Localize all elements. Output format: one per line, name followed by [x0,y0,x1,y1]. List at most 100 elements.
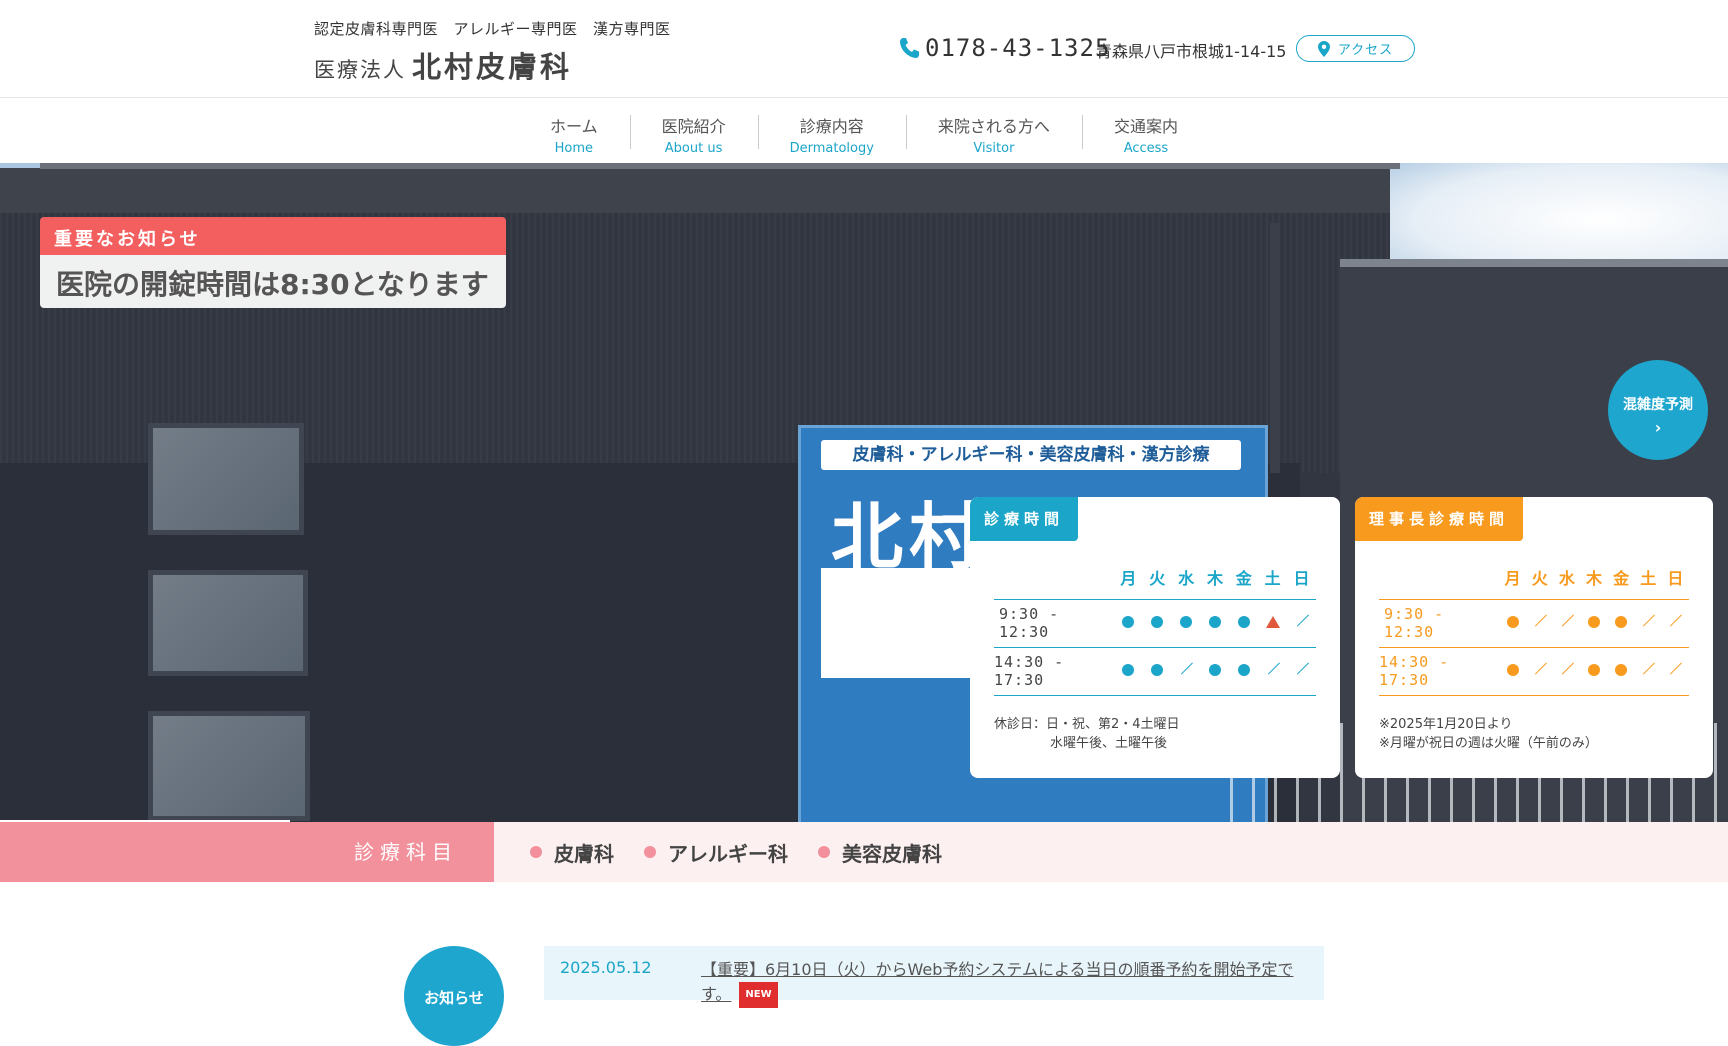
nav-label-jp: 診療内容 [799,117,864,136]
table-row: 14:30 - 17:30 [1379,647,1689,696]
day-header: 木 [1580,555,1608,600]
closed-slash-icon [1667,661,1683,677]
open-dot-icon [1122,616,1135,628]
congestion-label: 混雑度予測 [1623,397,1693,413]
departments-bar: 診療科目 皮膚科 アレルギー科 美容皮膚科 [0,820,1728,882]
divider [0,820,290,822]
roof-rail [40,163,1400,169]
bullet-icon [644,846,656,858]
nav-label-en: Access [1123,141,1169,156]
consultation-hours-card: 診療時間 月 火 水 木 金 土 日 9:30 - 12:30 14:30 - … [970,497,1340,778]
nav-label-jp: ホーム [550,117,598,136]
nav-item-visitor[interactable]: 来院される方へ Visitor [905,99,1082,163]
map-pin-icon [1317,40,1330,57]
closed-slash-icon [1640,661,1656,677]
department-label: 皮膚科 [554,841,614,866]
nav-label-en: Home [554,141,593,156]
news-title: 【重要】6月10日（火）からWeb予約システムによる当日の順番予約を開始予定です… [701,960,1294,1004]
chevron-right-icon: › [1654,418,1662,437]
clinic-logo[interactable]: 医療法人 北村皮膚科 [314,44,572,86]
news-title-link[interactable]: 【重要】6月10日（火）からWeb予約システムによる当日の順番予約を開始予定です… [701,958,1311,1008]
site-header: 認定皮膚科専門医 アレルギー専門医 漢方専門医 医療法人 北村皮膚科 0178-4… [0,0,1728,98]
day-header: 日 [1287,555,1316,600]
access-label: アクセス [1337,43,1394,58]
time-slot: 14:30 - 17:30 [994,647,1114,696]
department-allergy[interactable]: アレルギー科 [644,838,788,867]
bullet-icon [818,846,830,858]
nav-item-home[interactable]: ホーム Home [518,99,630,163]
logo-name: 北村皮膚科 [412,50,573,84]
day-header: 火 [1526,555,1554,600]
nav-label-en: Visitor [973,141,1015,156]
nav-item-access[interactable]: 交通案内 Access [1081,99,1210,163]
open-dot-icon [1506,664,1519,676]
building-window [148,423,304,535]
closed-days-note-2: 水曜午後、土曜午後 [1050,736,1168,751]
hours-table: 月 火 水 木 金 土 日 9:30 - 12:30 14:30 - 17:30 [1379,555,1689,696]
card-title: 理事長診療時間 [1355,497,1524,541]
building-window [148,570,308,676]
open-dot-icon [1151,616,1164,628]
closed-slash-icon [1265,661,1281,677]
time-slot: 9:30 - 12:30 [994,599,1114,648]
department-dermatology[interactable]: 皮膚科 [530,838,614,867]
table-row: 14:30 - 17:30 [994,647,1316,696]
open-dot-icon [1208,664,1221,676]
phone-number: 0178-43-1325 [925,34,1111,62]
open-dot-icon [1587,664,1600,676]
access-button[interactable]: アクセス [1296,35,1415,62]
table-row: 9:30 - 12:30 [994,599,1316,648]
day-header: 火 [1142,555,1172,600]
closed-slash-icon [1559,661,1575,677]
building-window [148,711,310,821]
nav-label-en: Dermatology [789,141,874,156]
closed-slash-icon [1294,613,1310,629]
closed-slash-icon [1667,613,1683,629]
nav-item-dermatology[interactable]: 診療内容 Dermatology [757,99,906,163]
nav-label-jp: 交通案内 [1113,117,1178,136]
time-slot: 14:30 - 17:30 [1379,647,1499,696]
day-header: 日 [1661,555,1689,600]
annex-rail [1340,259,1728,267]
department-cosmetic[interactable]: 美容皮膚科 [818,838,942,867]
day-header: 水 [1171,555,1201,600]
open-dot-icon [1180,616,1193,628]
closed-slash-icon [1532,661,1548,677]
specialties-tagline: 認定皮膚科専門医 アレルギー専門医 漢方専門医 [314,20,671,38]
open-dot-icon [1615,664,1628,676]
partial-triangle-icon [1265,616,1280,628]
phone-link[interactable]: 0178-43-1325 [899,34,1110,62]
notice-message: 医院の開錠時間は8:30となります [40,255,506,308]
signboard-specialties: 皮膚科・アレルギー科・美容皮膚科・漢方診療 [821,440,1241,470]
department-label: アレルギー科 [668,841,788,866]
table-row: 9:30 - 12:30 [1379,599,1689,648]
open-dot-icon [1208,616,1221,628]
clinic-address: 青森県八戸市根城1-14-15 [1096,42,1287,61]
open-dot-icon [1506,616,1519,628]
congestion-forecast-button[interactable]: 混雑度予測 › [1608,360,1708,460]
departments-list: 皮膚科 アレルギー科 美容皮膚科 [530,822,972,882]
news-label: お知らせ [404,946,504,1046]
open-dot-icon [1151,664,1164,676]
closed-slash-icon [1294,661,1310,677]
nav-label-en: About us [664,141,723,156]
director-hours-card: 理事長診療時間 月 火 水 木 金 土 日 9:30 - 12:30 14:30… [1355,497,1713,778]
news-item[interactable]: 2025.05.12 【重要】6月10日（火）からWeb予約システムによる当日の… [544,946,1324,1008]
closed-slash-icon [1178,661,1194,677]
nav-item-about[interactable]: 医院紹介 About us [629,99,758,163]
closed-slash-icon [1532,613,1548,629]
table-header-time [1379,555,1499,600]
director-note-2: ※月曜が祝日の週は火曜（午前のみ） [1379,736,1598,751]
gutter-pipe [1270,223,1280,473]
important-notice[interactable]: 重要なお知らせ 医院の開錠時間は8:30となります [40,217,506,308]
nav-label-jp: 来院される方へ [937,117,1050,136]
new-badge: NEW [739,982,778,1008]
news-date: 2025.05.12 [560,958,652,977]
main-nav: ホーム Home 医院紹介 About us 診療内容 Dermatology … [0,99,1728,163]
day-header: 金 [1607,555,1635,600]
hours-table: 月 火 水 木 金 土 日 9:30 - 12:30 14:30 - 17:30 [994,555,1316,696]
department-label: 美容皮膚科 [842,841,942,866]
closed-slash-icon [1559,613,1575,629]
closed-slash-icon [1640,613,1656,629]
open-dot-icon [1615,616,1628,628]
